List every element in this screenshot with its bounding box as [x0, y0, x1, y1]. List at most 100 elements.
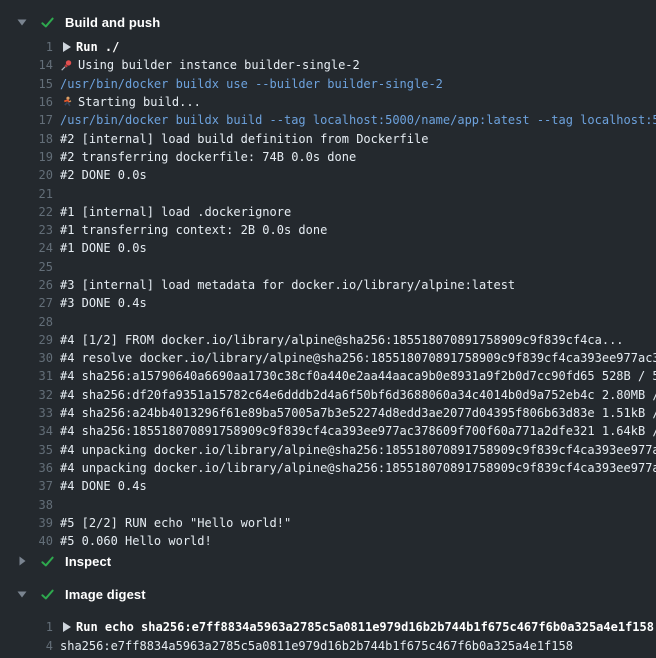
log-text: /usr/bin/docker buildx use --builder bui… — [60, 77, 443, 91]
log-row: 19 #2 transferring dockerfile: 74B 0.0s d… — [0, 148, 656, 166]
log-text: #3 [internal] load metadata for docker.i… — [60, 278, 515, 292]
section-title: Image digest — [65, 587, 146, 602]
log-row: 33 #4 sha256:a24bb4013296f61e89ba57005a7b… — [0, 404, 656, 422]
line-number[interactable]: 33 — [0, 406, 53, 420]
line-number[interactable]: 16 — [0, 95, 53, 109]
chevron-down-icon[interactable] — [17, 19, 27, 26]
log-line-content: Run echo sha256:e7ff8834a5963a2785c5a081… — [60, 620, 654, 634]
log-row: 38 — [0, 495, 656, 513]
line-number[interactable]: 37 — [0, 479, 53, 493]
line-number[interactable]: 36 — [0, 461, 53, 475]
line-number[interactable]: 32 — [0, 388, 53, 402]
line-number[interactable]: 38 — [0, 498, 53, 512]
log-text: #2 [internal] load build definition from… — [60, 132, 428, 146]
line-number[interactable]: 22 — [0, 205, 53, 219]
log-row: 35 #4 unpacking docker.io/library/alpine@… — [0, 441, 656, 459]
log-line-content: #5 0.060 Hello world! — [60, 534, 212, 548]
log-text: #5 0.060 Hello world! — [60, 534, 212, 548]
log-line-content: #4 sha256:a15790640a6690aa1730c38cf0a440… — [60, 369, 656, 383]
workflow-log-viewer: Build and push1Run ./14Using builder ins… — [0, 0, 656, 655]
line-number[interactable]: 39 — [0, 516, 53, 530]
expander-icon[interactable] — [63, 622, 71, 632]
section-header-build-and-push[interactable]: Build and push — [0, 0, 656, 36]
line-number[interactable]: 40 — [0, 534, 53, 548]
log-line-content: sha256:e7ff8834a5963a2785c5a0811e979d16b… — [60, 639, 573, 653]
log-lines-image-digest: 1 Run echo sha256:e7ff8834a5963a2785c5a08… — [0, 618, 656, 655]
log-text: #4 sha256:a24bb4013296f61e89ba57005a7b3e… — [60, 406, 656, 420]
section-title: Inspect — [65, 554, 111, 569]
pushpin-icon — [60, 59, 73, 72]
line-number[interactable]: 30 — [0, 351, 53, 365]
log-text: Starting build... — [78, 95, 201, 109]
log-text: #1 [internal] load .dockerignore — [60, 205, 291, 219]
chevron-right-icon[interactable] — [17, 556, 27, 566]
log-row: 20 #2 DONE 0.0s — [0, 166, 656, 184]
section-image-digest: Image digest 1 Run echo sha256:e7ff8834a59… — [0, 583, 656, 655]
log-line-content: #5 [2/2] RUN echo "Hello world!" — [60, 516, 291, 530]
expander-icon[interactable] — [63, 42, 71, 52]
log-line-content: #2 DONE 0.0s — [60, 168, 147, 182]
line-number[interactable]: 15 — [0, 77, 53, 91]
line-number[interactable]: 1 — [0, 40, 53, 54]
line-number[interactable]: 28 — [0, 315, 53, 329]
log-line-content: #3 [internal] load metadata for docker.i… — [60, 278, 515, 292]
log-row: 39 #5 [2/2] RUN echo "Hello world!" — [0, 514, 656, 532]
line-number[interactable]: 1 — [0, 620, 53, 634]
log-text: #4 resolve docker.io/library/alpine@sha2… — [60, 351, 656, 365]
log-line-content: /usr/bin/docker buildx use --builder bui… — [60, 77, 443, 91]
log-row: 14 Using builder instance builder-single-… — [0, 56, 656, 74]
log-row: 40 #5 0.060 Hello world! — [0, 532, 656, 550]
log-line-content: Run ./ — [60, 40, 119, 54]
section-header-image-digest[interactable]: Image digest — [0, 583, 656, 605]
line-number[interactable]: 34 — [0, 424, 53, 438]
line-number[interactable]: 21 — [0, 187, 53, 201]
line-number[interactable]: 19 — [0, 150, 53, 164]
line-number[interactable]: 24 — [0, 241, 53, 255]
log-text: #1 DONE 0.0s — [60, 241, 147, 255]
log-row: 1 Run ./ — [0, 38, 656, 56]
section-header-inspect[interactable]: Inspect — [0, 550, 656, 572]
log-text: #4 sha256:df20fa9351a15782c64e6dddb2d4a6… — [60, 388, 656, 402]
log-text: #3 DONE 0.4s — [60, 296, 147, 310]
line-number[interactable]: 29 — [0, 333, 53, 347]
log-text: #4 sha256:185518070891758909c9f839cf4ca3… — [60, 424, 656, 438]
line-number[interactable]: 18 — [0, 132, 53, 146]
runner-icon — [60, 96, 73, 109]
log-row: 4 sha256:e7ff8834a5963a2785c5a0811e979d16… — [0, 637, 656, 655]
line-number[interactable]: 35 — [0, 443, 53, 457]
line-number[interactable]: 23 — [0, 223, 53, 237]
log-text: Run ./ — [76, 40, 119, 54]
log-line-content: #1 DONE 0.0s — [60, 241, 147, 255]
log-row: 34 #4 sha256:185518070891758909c9f839cf4c… — [0, 422, 656, 440]
line-number[interactable]: 31 — [0, 369, 53, 383]
log-line-content: #4 sha256:df20fa9351a15782c64e6dddb2d4a6… — [60, 388, 656, 402]
section-title: Build and push — [65, 15, 160, 30]
log-line-content: #4 sha256:a24bb4013296f61e89ba57005a7b3e… — [60, 406, 656, 420]
log-text: #2 DONE 0.0s — [60, 168, 147, 182]
log-row: 26 #3 [internal] load metadata for docker… — [0, 276, 656, 294]
log-row: 37#4 DONE 0.4s — [0, 477, 656, 495]
log-row: 21 — [0, 184, 656, 202]
log-row: 17/usr/bin/docker buildx build --tag loc… — [0, 111, 656, 129]
log-row: 32 #4 sha256:df20fa9351a15782c64e6dddb2d4… — [0, 386, 656, 404]
line-number[interactable]: 17 — [0, 113, 53, 127]
log-line-content: #1 [internal] load .dockerignore — [60, 205, 291, 219]
log-row: 16 Starting build... — [0, 93, 656, 111]
line-number[interactable]: 25 — [0, 260, 53, 274]
log-line-content: Using builder instance builder-single-2 — [60, 58, 360, 72]
log-line-content: #2 transferring dockerfile: 74B 0.0s don… — [60, 150, 356, 164]
line-number[interactable]: 26 — [0, 278, 53, 292]
chevron-down-icon[interactable] — [17, 591, 27, 598]
line-number[interactable]: 14 — [0, 58, 53, 72]
log-text: #4 sha256:a15790640a6690aa1730c38cf0a440… — [60, 369, 656, 383]
log-row: 23#1 transferring context: 2B 0.0s done — [0, 221, 656, 239]
log-text: Using builder instance builder-single-2 — [78, 58, 360, 72]
line-number[interactable]: 20 — [0, 168, 53, 182]
log-row: 29#4 [1/2] FROM docker.io/library/alpine… — [0, 331, 656, 349]
log-text: /usr/bin/docker buildx build --tag local… — [60, 113, 656, 127]
line-number[interactable]: 4 — [0, 639, 53, 653]
check-icon — [40, 15, 55, 30]
line-number[interactable]: 27 — [0, 296, 53, 310]
log-text: #2 transferring dockerfile: 74B 0.0s don… — [60, 150, 356, 164]
log-text: #4 unpacking docker.io/library/alpine@sh… — [60, 443, 656, 457]
